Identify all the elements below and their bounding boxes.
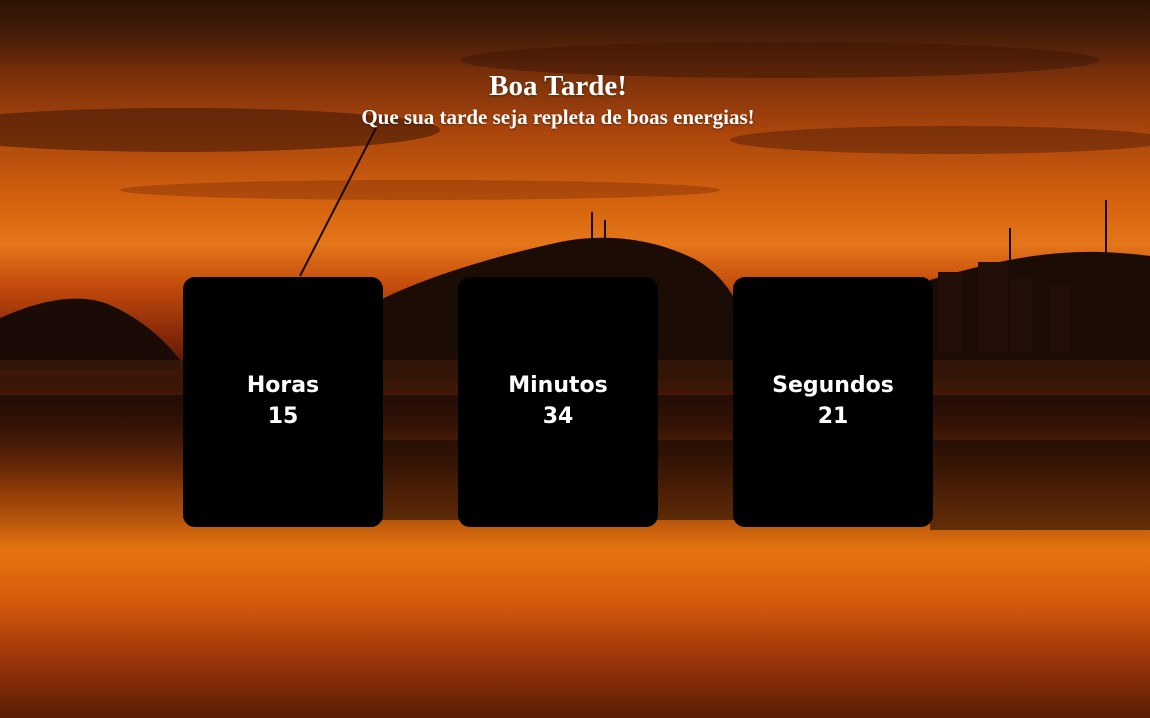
hours-label: Horas [246,373,320,398]
seconds-value: 21 [817,404,849,429]
hours-card: Horas 15 [183,277,383,527]
greeting-message: Que sua tarde seja repleta de boas energ… [361,105,755,129]
minutes-label: Minutos [508,373,608,398]
minutes-card: Minutos 34 [458,277,658,527]
seconds-label: Segundos [772,373,894,398]
greeting-header: Boa Tarde! Que sua tarde seja repleta de… [0,68,1116,130]
clock-panel: Horas 15 Minutos 34 Segundos 21 [183,277,933,527]
minutes-value: 34 [542,404,574,429]
hours-value: 15 [267,404,299,429]
greeting-title: Boa Tarde! [489,70,627,102]
seconds-card: Segundos 21 [733,277,933,527]
